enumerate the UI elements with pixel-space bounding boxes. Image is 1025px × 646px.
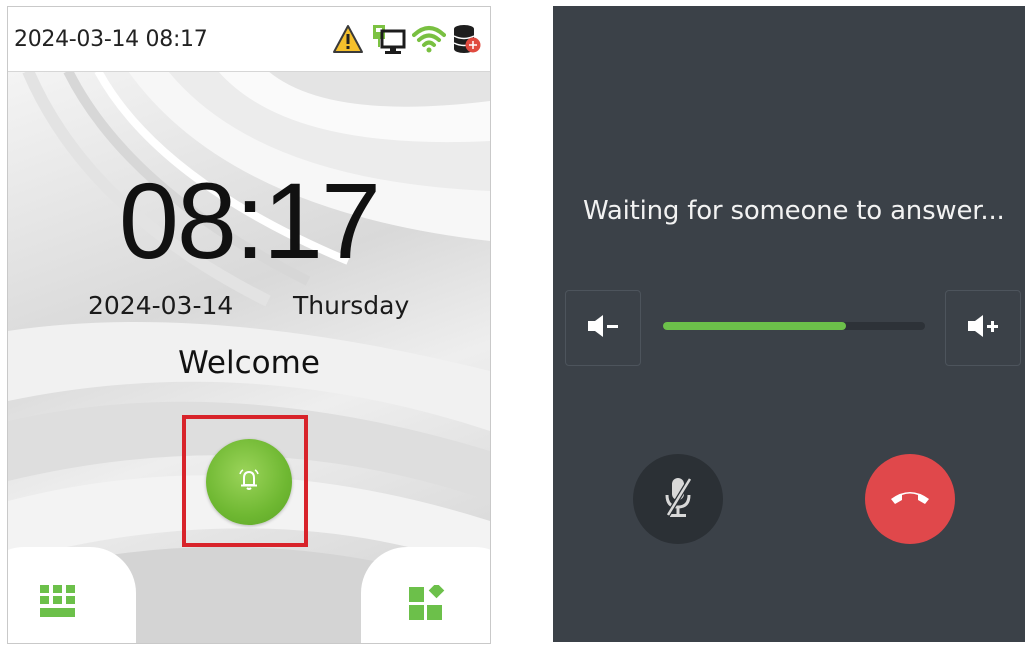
call-screen: Waiting for someone to answer... [553,6,1025,642]
weekday: Thursday [293,291,410,320]
volume-down-icon [586,313,620,344]
volume-level [663,322,847,330]
shortcut-icon [409,582,445,626]
network-monitor-icon[interactable] [370,23,406,55]
home-screen: 2024-03-14 08:17 08:17 2024-03-14 Thursd… [7,6,491,644]
shortcut-menu-tab[interactable] [361,547,490,643]
welcome-message: Welcome [178,345,320,381]
date: 2024-03-14 [88,291,234,320]
status-bar: 2024-03-14 08:17 [8,7,490,72]
wifi-icon[interactable] [412,25,446,53]
hangup-button[interactable] [865,454,955,544]
volume-down-button[interactable] [565,290,641,366]
mute-button[interactable] [633,454,723,544]
clock: 08:17 [118,160,381,281]
bell-icon [236,467,262,498]
hangup-icon [888,487,932,512]
database-icon[interactable] [452,23,482,55]
volume-up-button[interactable] [945,290,1021,366]
keypad-icon [40,585,76,624]
status-datetime: 2024-03-14 08:17 [14,27,208,52]
microphone-muted-icon [660,475,696,524]
main-menu-tab[interactable] [8,547,136,643]
volume-up-icon [966,313,1000,344]
call-status-text: Waiting for someone to answer... [583,196,1005,226]
doorbell-button[interactable] [206,439,292,525]
status-icons [332,21,482,57]
volume-slider[interactable] [663,322,925,330]
warning-icon[interactable] [332,24,364,54]
